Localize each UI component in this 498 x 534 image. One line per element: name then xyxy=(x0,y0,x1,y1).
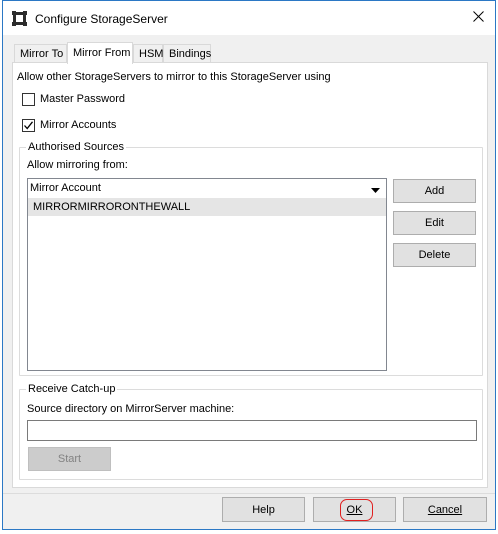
add-button[interactable]: Add xyxy=(393,179,476,203)
checkmark-icon xyxy=(24,121,34,130)
source-directory-label: Source directory on MirrorServer machine… xyxy=(27,403,235,415)
master-password-label[interactable]: Master Password xyxy=(40,93,125,105)
mirror-accounts-label[interactable]: Mirror Accounts xyxy=(40,119,116,131)
source-directory-input[interactable] xyxy=(27,420,477,441)
receive-catchup-title: Receive Catch-up xyxy=(26,383,118,395)
intro-text: Allow other StorageServers to mirror to … xyxy=(17,71,331,83)
storageserver-app-icon xyxy=(12,11,27,26)
ok-button-label: OK xyxy=(346,503,363,516)
window-title: Configure StorageServer xyxy=(35,12,168,26)
tab-mirror-from[interactable]: Mirror From xyxy=(67,42,133,64)
mirror-from-panel: Allow other StorageServers to mirror to … xyxy=(12,62,488,488)
authorised-sources-group: Authorised Sources Allow mirroring from:… xyxy=(19,141,483,376)
start-button[interactable]: Start xyxy=(28,447,111,471)
title-bar[interactable]: Configure StorageServer xyxy=(3,1,495,35)
mirror-accounts-list[interactable]: Mirror Account MIRRORMIRRORONTHEWALL xyxy=(27,178,387,371)
authorised-sources-title: Authorised Sources xyxy=(26,141,126,153)
list-item[interactable]: MIRRORMIRRORONTHEWALL xyxy=(28,198,386,216)
list-header[interactable]: Mirror Account xyxy=(28,179,386,198)
tab-bindings[interactable]: Bindings xyxy=(163,44,211,63)
tab-label: Mirror To xyxy=(20,48,64,60)
receive-catchup-group: Receive Catch-up Source directory on Mir… xyxy=(19,383,483,480)
cancel-button-label: Cancel xyxy=(427,503,463,516)
tab-label: HSM xyxy=(139,48,164,60)
ok-button[interactable]: OK xyxy=(313,497,396,522)
close-icon xyxy=(472,11,484,25)
tab-label: Mirror From xyxy=(73,47,131,59)
dropdown-arrow-icon[interactable] xyxy=(371,184,380,196)
start-button-label: Start xyxy=(57,453,82,465)
mirror-accounts-checkbox[interactable] xyxy=(22,119,35,132)
cancel-button[interactable]: Cancel xyxy=(403,497,487,522)
add-button-label: Add xyxy=(424,185,445,197)
close-button[interactable] xyxy=(461,1,495,35)
list-item-label: MIRRORMIRRORONTHEWALL xyxy=(33,201,191,213)
help-button[interactable]: Help xyxy=(222,497,305,522)
tab-mirror-to[interactable]: Mirror To xyxy=(14,44,67,63)
help-button-label: Help xyxy=(252,503,275,516)
tab-hsm[interactable]: HSM xyxy=(133,44,163,63)
tab-label: Bindings xyxy=(169,48,212,60)
delete-button-label: Delete xyxy=(418,249,451,261)
edit-button[interactable]: Edit xyxy=(393,211,476,235)
footer-divider xyxy=(3,493,495,494)
edit-button-label: Edit xyxy=(425,217,444,229)
delete-button[interactable]: Delete xyxy=(393,243,476,267)
column-header-mirror-account[interactable]: Mirror Account xyxy=(30,182,101,194)
allow-mirroring-label: Allow mirroring from: xyxy=(27,159,128,171)
configure-storageserver-dialog: Configure StorageServer Mirror To Mirror… xyxy=(2,0,496,530)
master-password-checkbox[interactable] xyxy=(22,93,35,106)
